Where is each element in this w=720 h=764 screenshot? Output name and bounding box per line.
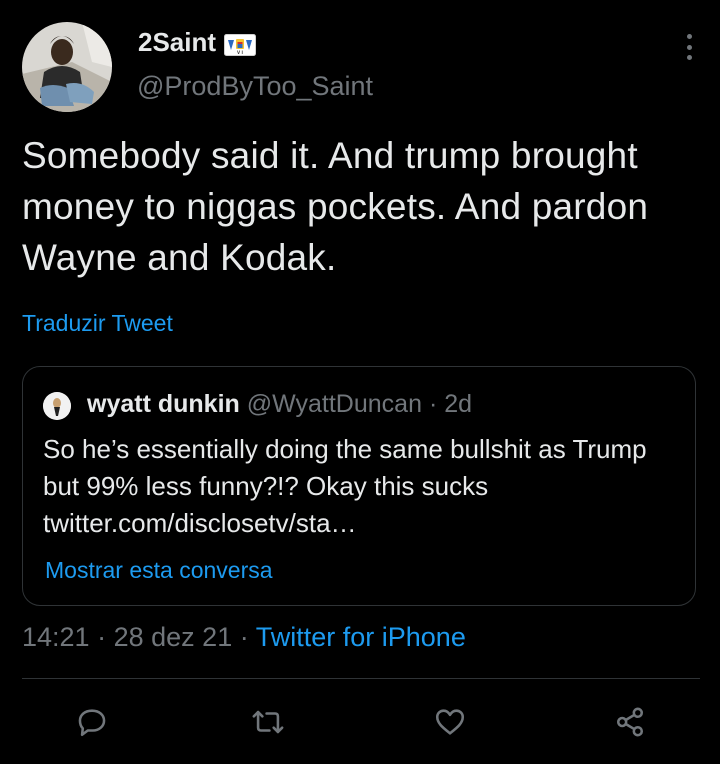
quoted-separator: ·: [428, 390, 438, 418]
quoted-tweet-card[interactable]: wyatt dunkin @WyattDuncan · 2d So he’s e…: [22, 366, 696, 606]
quoted-header: wyatt dunkin @WyattDuncan · 2d: [87, 390, 472, 419]
share-button[interactable]: [610, 702, 650, 742]
display-name-text[interactable]: 2Saint: [138, 27, 216, 58]
reply-icon: [78, 709, 106, 737]
tweet-meta: 14:21 · 28 dez 21 · Twitter for iPhone: [22, 622, 466, 653]
like-button[interactable]: [430, 702, 470, 742]
avatar[interactable]: [22, 22, 112, 112]
quoted-text: So he’s essentially doing the same bulls…: [43, 434, 647, 538]
quoted-avatar: [43, 392, 71, 420]
retweet-button[interactable]: [248, 702, 288, 742]
tweet-client[interactable]: Twitter for iPhone: [256, 622, 466, 652]
divider: [22, 678, 700, 679]
more-options-icon[interactable]: [684, 34, 694, 60]
virgin-islands-flag-icon: V I: [224, 32, 257, 56]
tweet-time[interactable]: 14:21: [22, 622, 90, 652]
meta-separator: ·: [239, 622, 249, 652]
quoted-handle: @WyattDuncan: [246, 390, 422, 418]
quoted-age: 2d: [444, 390, 473, 418]
dot: [686, 34, 692, 39]
meta-separator: ·: [97, 622, 107, 652]
tweet-text: Somebody said it. And trump brought mone…: [22, 135, 649, 278]
svg-text:V I: V I: [237, 50, 243, 55]
author-name[interactable]: 2Saint V I: [138, 27, 257, 58]
tweet-date[interactable]: 28 dez 21: [114, 622, 233, 652]
share-icon: [616, 707, 644, 737]
show-thread-link[interactable]: Mostrar esta conversa: [45, 557, 273, 584]
heart-icon: [435, 709, 465, 735]
retweet-icon: [252, 710, 284, 734]
author-handle[interactable]: @ProdByToo_Saint: [137, 71, 373, 102]
reply-button[interactable]: [72, 702, 112, 742]
dot: [686, 55, 692, 60]
quoted-name: wyatt dunkin: [87, 390, 240, 418]
dot: [686, 44, 692, 50]
translate-tweet-link[interactable]: Traduzir Tweet: [22, 310, 173, 337]
